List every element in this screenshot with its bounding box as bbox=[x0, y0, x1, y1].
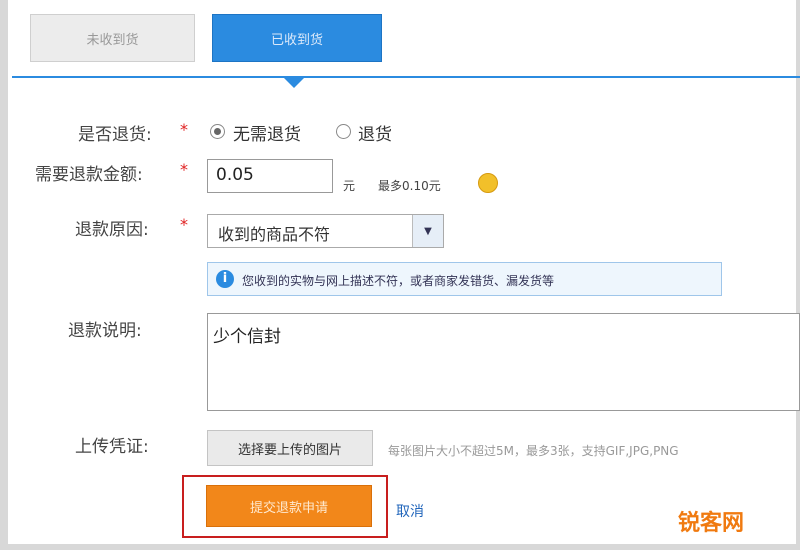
max-amount-hint: 最多0.10元 bbox=[378, 179, 441, 193]
radio-no-return[interactable] bbox=[210, 124, 225, 139]
upload-label: 上传凭证: bbox=[75, 437, 149, 457]
no-return-label: 无需退货 bbox=[233, 125, 301, 145]
tab-unreceived[interactable]: 未收到货 bbox=[30, 14, 195, 62]
submit-refund-button[interactable]: 提交退款申请 bbox=[206, 485, 372, 527]
tab-divider bbox=[12, 76, 800, 78]
upload-hint: 每张图片大小不超过5M，最多3张，支持GIF,JPG,PNG bbox=[388, 444, 679, 458]
cancel-link[interactable]: 取消 bbox=[396, 501, 424, 521]
reason-notice: i 您收到的实物与网上描述不符，或者商家发错货、漏发货等 bbox=[207, 262, 722, 296]
refund-amount-input[interactable]: 0.05 bbox=[207, 159, 333, 193]
refund-reason-label: 退款原因: bbox=[75, 220, 149, 240]
smiley-icon bbox=[478, 173, 498, 193]
refund-amount-label: 需要退款金额: bbox=[35, 165, 143, 185]
refund-description-label: 退款说明: bbox=[68, 321, 142, 341]
currency-unit: 元 bbox=[343, 179, 356, 193]
tab-received[interactable]: 已收到货 bbox=[212, 14, 382, 62]
refund-description-textarea[interactable]: 少个信封 bbox=[207, 313, 800, 411]
required-mark: * bbox=[180, 120, 188, 139]
watermark-logo: 锐客网 bbox=[678, 511, 745, 536]
required-mark: * bbox=[180, 160, 188, 179]
upload-image-button[interactable]: 选择要上传的图片 bbox=[207, 430, 373, 466]
return-goods-label: 是否退货: bbox=[78, 125, 152, 145]
chevron-down-icon[interactable]: ▼ bbox=[412, 215, 443, 247]
refund-reason-value: 收到的商品不符 bbox=[218, 225, 331, 244]
radio-return[interactable] bbox=[336, 124, 351, 139]
return-label: 退货 bbox=[358, 125, 392, 145]
refund-reason-select[interactable]: 收到的商品不符 ▼ bbox=[207, 214, 444, 248]
required-mark: * bbox=[180, 215, 188, 234]
active-tab-caret-icon bbox=[284, 78, 304, 88]
info-icon: i bbox=[216, 270, 234, 288]
reason-notice-text: 您收到的实物与网上描述不符，或者商家发错货、漏发货等 bbox=[242, 274, 555, 288]
